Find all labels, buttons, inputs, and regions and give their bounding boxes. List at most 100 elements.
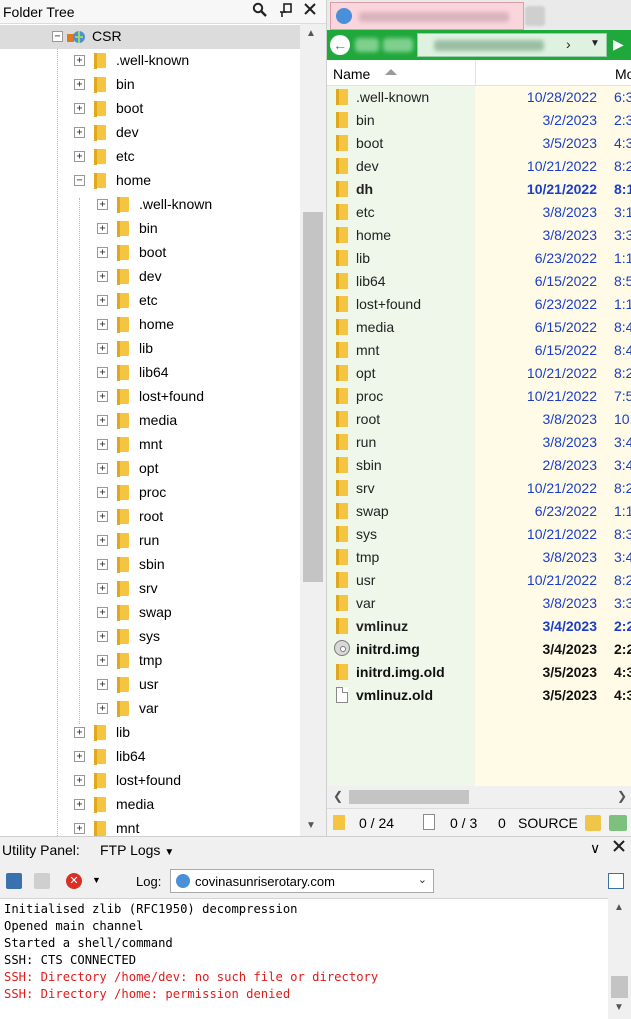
chevron-down-icon[interactable]: ▼ <box>92 875 101 885</box>
redacted-nav-button[interactable] <box>383 38 413 52</box>
expand-icon[interactable]: + <box>97 295 108 306</box>
expand-icon[interactable]: + <box>97 199 108 210</box>
expand-icon[interactable]: + <box>97 439 108 450</box>
expand-icon[interactable]: + <box>97 583 108 594</box>
file-row[interactable]: opt 10/21/2022 8:2 <box>327 362 631 385</box>
expand-icon[interactable]: + <box>97 367 108 378</box>
tree-item[interactable]: + lib64 <box>0 745 300 769</box>
clear-icon[interactable]: ✕ <box>66 873 82 889</box>
folder-tree-scrollbar[interactable]: ▲ ▼ <box>300 24 326 836</box>
expand-icon[interactable]: + <box>74 799 85 810</box>
tree-item[interactable]: + mnt <box>0 433 300 457</box>
tree-item[interactable]: + etc <box>0 289 300 313</box>
file-row[interactable]: var 3/8/2023 3:3 <box>327 592 631 615</box>
expand-icon[interactable]: + <box>74 775 85 786</box>
tree-item[interactable]: + usr <box>0 673 300 697</box>
tree-item[interactable]: − home <box>0 169 300 193</box>
expand-icon[interactable]: + <box>74 151 85 162</box>
file-row[interactable]: proc 10/21/2022 7:5 <box>327 385 631 408</box>
file-row[interactable]: mnt 6/15/2022 8:4 <box>327 339 631 362</box>
tree-item[interactable]: + var <box>0 697 300 721</box>
collapse-icon[interactable]: − <box>74 175 85 186</box>
expand-icon[interactable]: + <box>97 319 108 330</box>
tree-item[interactable]: + lib <box>0 721 300 745</box>
file-list-horizontal-scrollbar[interactable]: ❮ ❯ <box>327 786 631 808</box>
expand-icon[interactable]: + <box>97 247 108 258</box>
expand-icon[interactable]: + <box>97 607 108 618</box>
file-row[interactable]: swap 6/23/2022 1:1 <box>327 500 631 523</box>
chevron-down-icon[interactable]: ▼ <box>590 38 600 49</box>
close-icon[interactable] <box>300 2 320 22</box>
collapse-icon[interactable]: − <box>52 31 63 42</box>
search-icon[interactable] <box>250 2 270 22</box>
expand-icon[interactable]: + <box>74 55 85 66</box>
utility-panel-tab[interactable]: FTP Logs ▼ <box>100 842 174 858</box>
file-row[interactable]: dev 10/21/2022 8:2 <box>327 155 631 178</box>
expand-icon[interactable]: + <box>74 127 85 138</box>
tree-item[interactable]: + root <box>0 505 300 529</box>
file-row[interactable]: initrd.img.old 3/5/2023 4:3 <box>327 661 631 684</box>
tree-item[interactable]: + proc <box>0 481 300 505</box>
back-arrow-icon[interactable]: ← <box>330 35 350 55</box>
log-scrollbar[interactable]: ▲ ▼ <box>608 898 631 1019</box>
redacted-nav-button[interactable] <box>355 38 379 52</box>
scroll-down-icon[interactable]: ▼ <box>306 820 316 831</box>
expand-icon[interactable]: + <box>97 223 108 234</box>
file-row[interactable]: sys 10/21/2022 8:3 <box>327 523 631 546</box>
pin-icon[interactable] <box>276 2 296 22</box>
collapse-panel-icon[interactable]: ∨ <box>590 840 600 857</box>
file-row[interactable]: root 3/8/2023 10:2 <box>327 408 631 431</box>
site-tab[interactable] <box>330 2 524 30</box>
expand-icon[interactable]: + <box>97 679 108 690</box>
file-row[interactable]: srv 10/21/2022 8:2 <box>327 477 631 500</box>
tree-item[interactable]: + lost+found <box>0 769 300 793</box>
file-row[interactable]: lib64 6/15/2022 8:5 <box>327 270 631 293</box>
file-row[interactable]: media 6/15/2022 8:4 <box>327 316 631 339</box>
file-row[interactable]: vmlinuz 3/4/2023 2:2 <box>327 615 631 638</box>
tree-item[interactable]: + .well-known <box>0 49 300 73</box>
expand-icon[interactable]: + <box>97 391 108 402</box>
tree-item[interactable]: + tmp <box>0 649 300 673</box>
file-row[interactable]: tmp 3/8/2023 3:4 <box>327 546 631 569</box>
lock-icon[interactable] <box>585 815 601 831</box>
sync-icon[interactable] <box>609 815 627 831</box>
tree-item[interactable]: + opt <box>0 457 300 481</box>
scrollbar-thumb[interactable] <box>611 976 628 998</box>
file-row[interactable]: .well-known 10/28/2022 6:3 <box>327 86 631 109</box>
file-row[interactable]: sbin 2/8/2023 3:4 <box>327 454 631 477</box>
tree-item[interactable]: + srv <box>0 577 300 601</box>
log-source-select[interactable]: covinasunriserotary.com ⌄ <box>170 869 434 893</box>
tree-item[interactable]: + run <box>0 529 300 553</box>
tree-item[interactable]: + home <box>0 313 300 337</box>
expand-icon[interactable]: + <box>74 103 85 114</box>
expand-icon[interactable]: + <box>97 271 108 282</box>
tree-item[interactable]: + bin <box>0 217 300 241</box>
file-row[interactable]: usr 10/21/2022 8:2 <box>327 569 631 592</box>
tree-item[interactable]: + sbin <box>0 553 300 577</box>
next-arrow-icon[interactable]: ▶ <box>613 36 624 53</box>
expand-icon[interactable]: + <box>74 823 85 834</box>
file-row[interactable]: bin 3/2/2023 2:3 <box>327 109 631 132</box>
column-header-modified[interactable]: Mo <box>615 66 631 82</box>
tree-item[interactable]: + etc <box>0 145 300 169</box>
chevron-down-icon[interactable]: ⌄ <box>418 873 427 886</box>
expand-icon[interactable]: + <box>74 79 85 90</box>
tree-item[interactable]: + dev <box>0 121 300 145</box>
redacted-tab[interactable] <box>525 6 545 26</box>
expand-icon[interactable]: + <box>97 415 108 426</box>
expand-icon[interactable]: + <box>74 727 85 738</box>
file-row[interactable]: lost+found 6/23/2022 1:1 <box>327 293 631 316</box>
tree-item[interactable]: + .well-known <box>0 193 300 217</box>
tree-item[interactable]: − CSR <box>0 25 300 49</box>
tree-item[interactable]: + swap <box>0 601 300 625</box>
file-row[interactable]: vmlinuz.old 3/5/2023 4:3 <box>327 684 631 707</box>
file-row[interactable]: boot 3/5/2023 4:3 <box>327 132 631 155</box>
file-row[interactable]: run 3/8/2023 3:4 <box>327 431 631 454</box>
tree-item[interactable]: + dev <box>0 265 300 289</box>
tree-item[interactable]: + bin <box>0 73 300 97</box>
expand-icon[interactable]: + <box>97 703 108 714</box>
file-row[interactable]: initrd.img 3/4/2023 2:2 <box>327 638 631 661</box>
scroll-left-icon[interactable]: ❮ <box>333 789 343 803</box>
expand-icon[interactable]: + <box>97 655 108 666</box>
column-header-name[interactable]: Name <box>333 66 370 82</box>
